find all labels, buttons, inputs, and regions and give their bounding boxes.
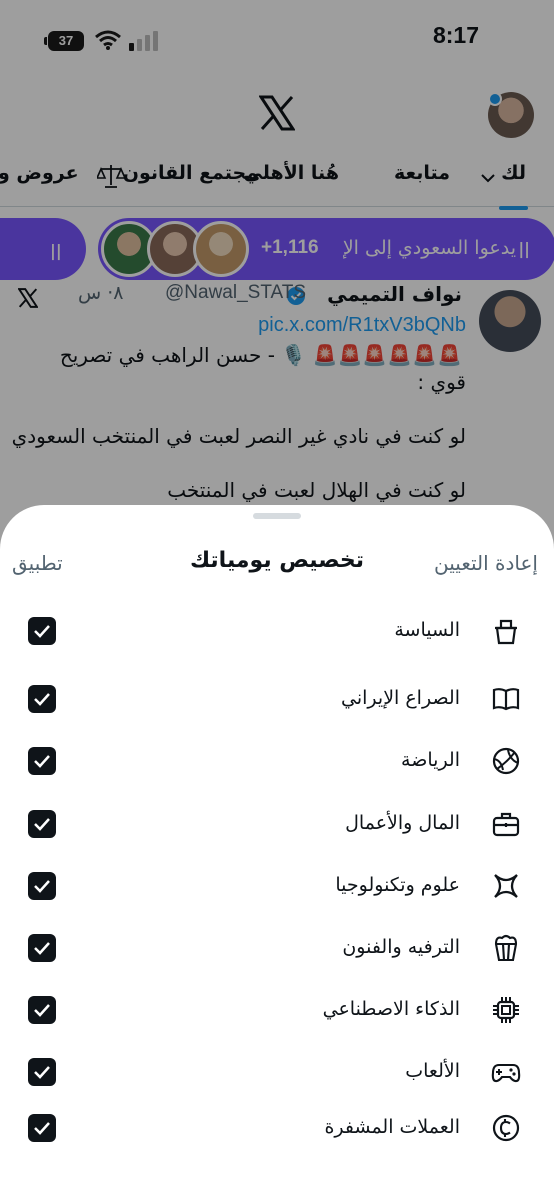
topic-checkbox[interactable] xyxy=(28,685,56,713)
topic-checkbox[interactable] xyxy=(28,617,56,645)
topic-label: العملات المشفرة xyxy=(324,1116,460,1138)
topic-checkbox[interactable] xyxy=(28,810,56,838)
topic-label: الألعاب xyxy=(405,1060,460,1082)
briefcase-icon xyxy=(492,812,520,837)
topic-label: الصراع الإيراني xyxy=(341,687,460,709)
topic-label: السياسة xyxy=(394,619,460,641)
sheet-drag-handle[interactable] xyxy=(253,513,301,519)
popcorn-icon xyxy=(494,934,518,962)
ballot-box-icon xyxy=(495,619,517,645)
topic-label: الرياضة xyxy=(401,749,460,771)
crypto-coin-icon xyxy=(492,1114,520,1142)
topic-label: الذكاء الاصطناعي xyxy=(322,998,460,1020)
topic-checkbox[interactable] xyxy=(28,934,56,962)
topic-checkbox[interactable] xyxy=(28,1114,56,1142)
topic-label: الترفيه والفنون xyxy=(342,936,460,958)
science-icon xyxy=(494,874,518,898)
book-icon xyxy=(492,688,520,711)
reset-button[interactable]: إعادة التعيين xyxy=(434,551,538,575)
topic-label: علوم وتكنولوجيا xyxy=(335,874,460,896)
customize-sheet xyxy=(0,505,554,1200)
chip-icon xyxy=(493,997,519,1023)
topic-checkbox[interactable] xyxy=(28,1058,56,1086)
topic-checkbox[interactable] xyxy=(28,872,56,900)
topic-label: المال والأعمال xyxy=(345,812,460,834)
topic-checkbox[interactable] xyxy=(28,747,56,775)
ball-icon xyxy=(492,747,520,775)
apply-button[interactable]: تطبيق xyxy=(12,551,63,575)
app-screen: 37 8:17 لك متابعة هُنا الأهلي مجتمع القا… xyxy=(0,0,554,1200)
topic-checkbox[interactable] xyxy=(28,996,56,1024)
gamepad-icon xyxy=(491,1063,521,1083)
